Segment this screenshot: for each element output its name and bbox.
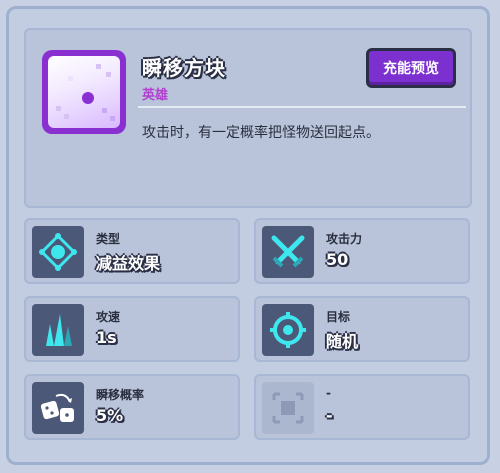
stat-value: 随机	[326, 332, 359, 351]
stat-value: 减益效果	[96, 254, 161, 273]
skill-description: 攻击时，有一定概率把怪物送回起点。	[142, 125, 380, 141]
stat-value: 1s	[96, 328, 117, 347]
crosshair-target-icon	[262, 304, 314, 356]
stat-attack-speed: 攻速 1s	[24, 296, 240, 362]
crystal-spikes-icon	[32, 304, 84, 356]
stat-empty: - -	[254, 374, 470, 440]
stat-teleport-chance: 瞬移概率 5%	[24, 374, 240, 440]
teleport-cube-icon	[42, 50, 126, 134]
stat-label: 瞬移概率	[96, 388, 145, 402]
empty-slot-icon	[262, 382, 314, 434]
stat-type: 类型 减益效果	[24, 218, 240, 284]
stat-value: 5%	[96, 406, 124, 425]
stat-value: -	[326, 406, 333, 425]
dice-swap-icon	[32, 382, 84, 434]
stat-label: 目标	[326, 310, 351, 324]
stat-label: -	[326, 386, 331, 400]
stat-attack: 攻击力 50	[254, 218, 470, 284]
skill-title: 瞬移方块	[142, 56, 226, 80]
header-divider	[138, 106, 466, 108]
stat-label: 类型	[96, 232, 121, 246]
stat-label: 攻速	[96, 310, 121, 324]
stat-label: 攻击力	[326, 232, 363, 246]
skill-header: 瞬移方块 英雄 攻击时，有一定概率把怪物送回起点。 充能预览	[24, 28, 472, 208]
debuff-diamond-icon	[32, 226, 84, 278]
crossed-swords-icon	[262, 226, 314, 278]
stat-target: 目标 随机	[254, 296, 470, 362]
stat-value: 50	[326, 250, 349, 269]
rarity-badge: 英雄	[142, 88, 169, 103]
charge-preview-button[interactable]: 充能预览	[366, 48, 456, 88]
